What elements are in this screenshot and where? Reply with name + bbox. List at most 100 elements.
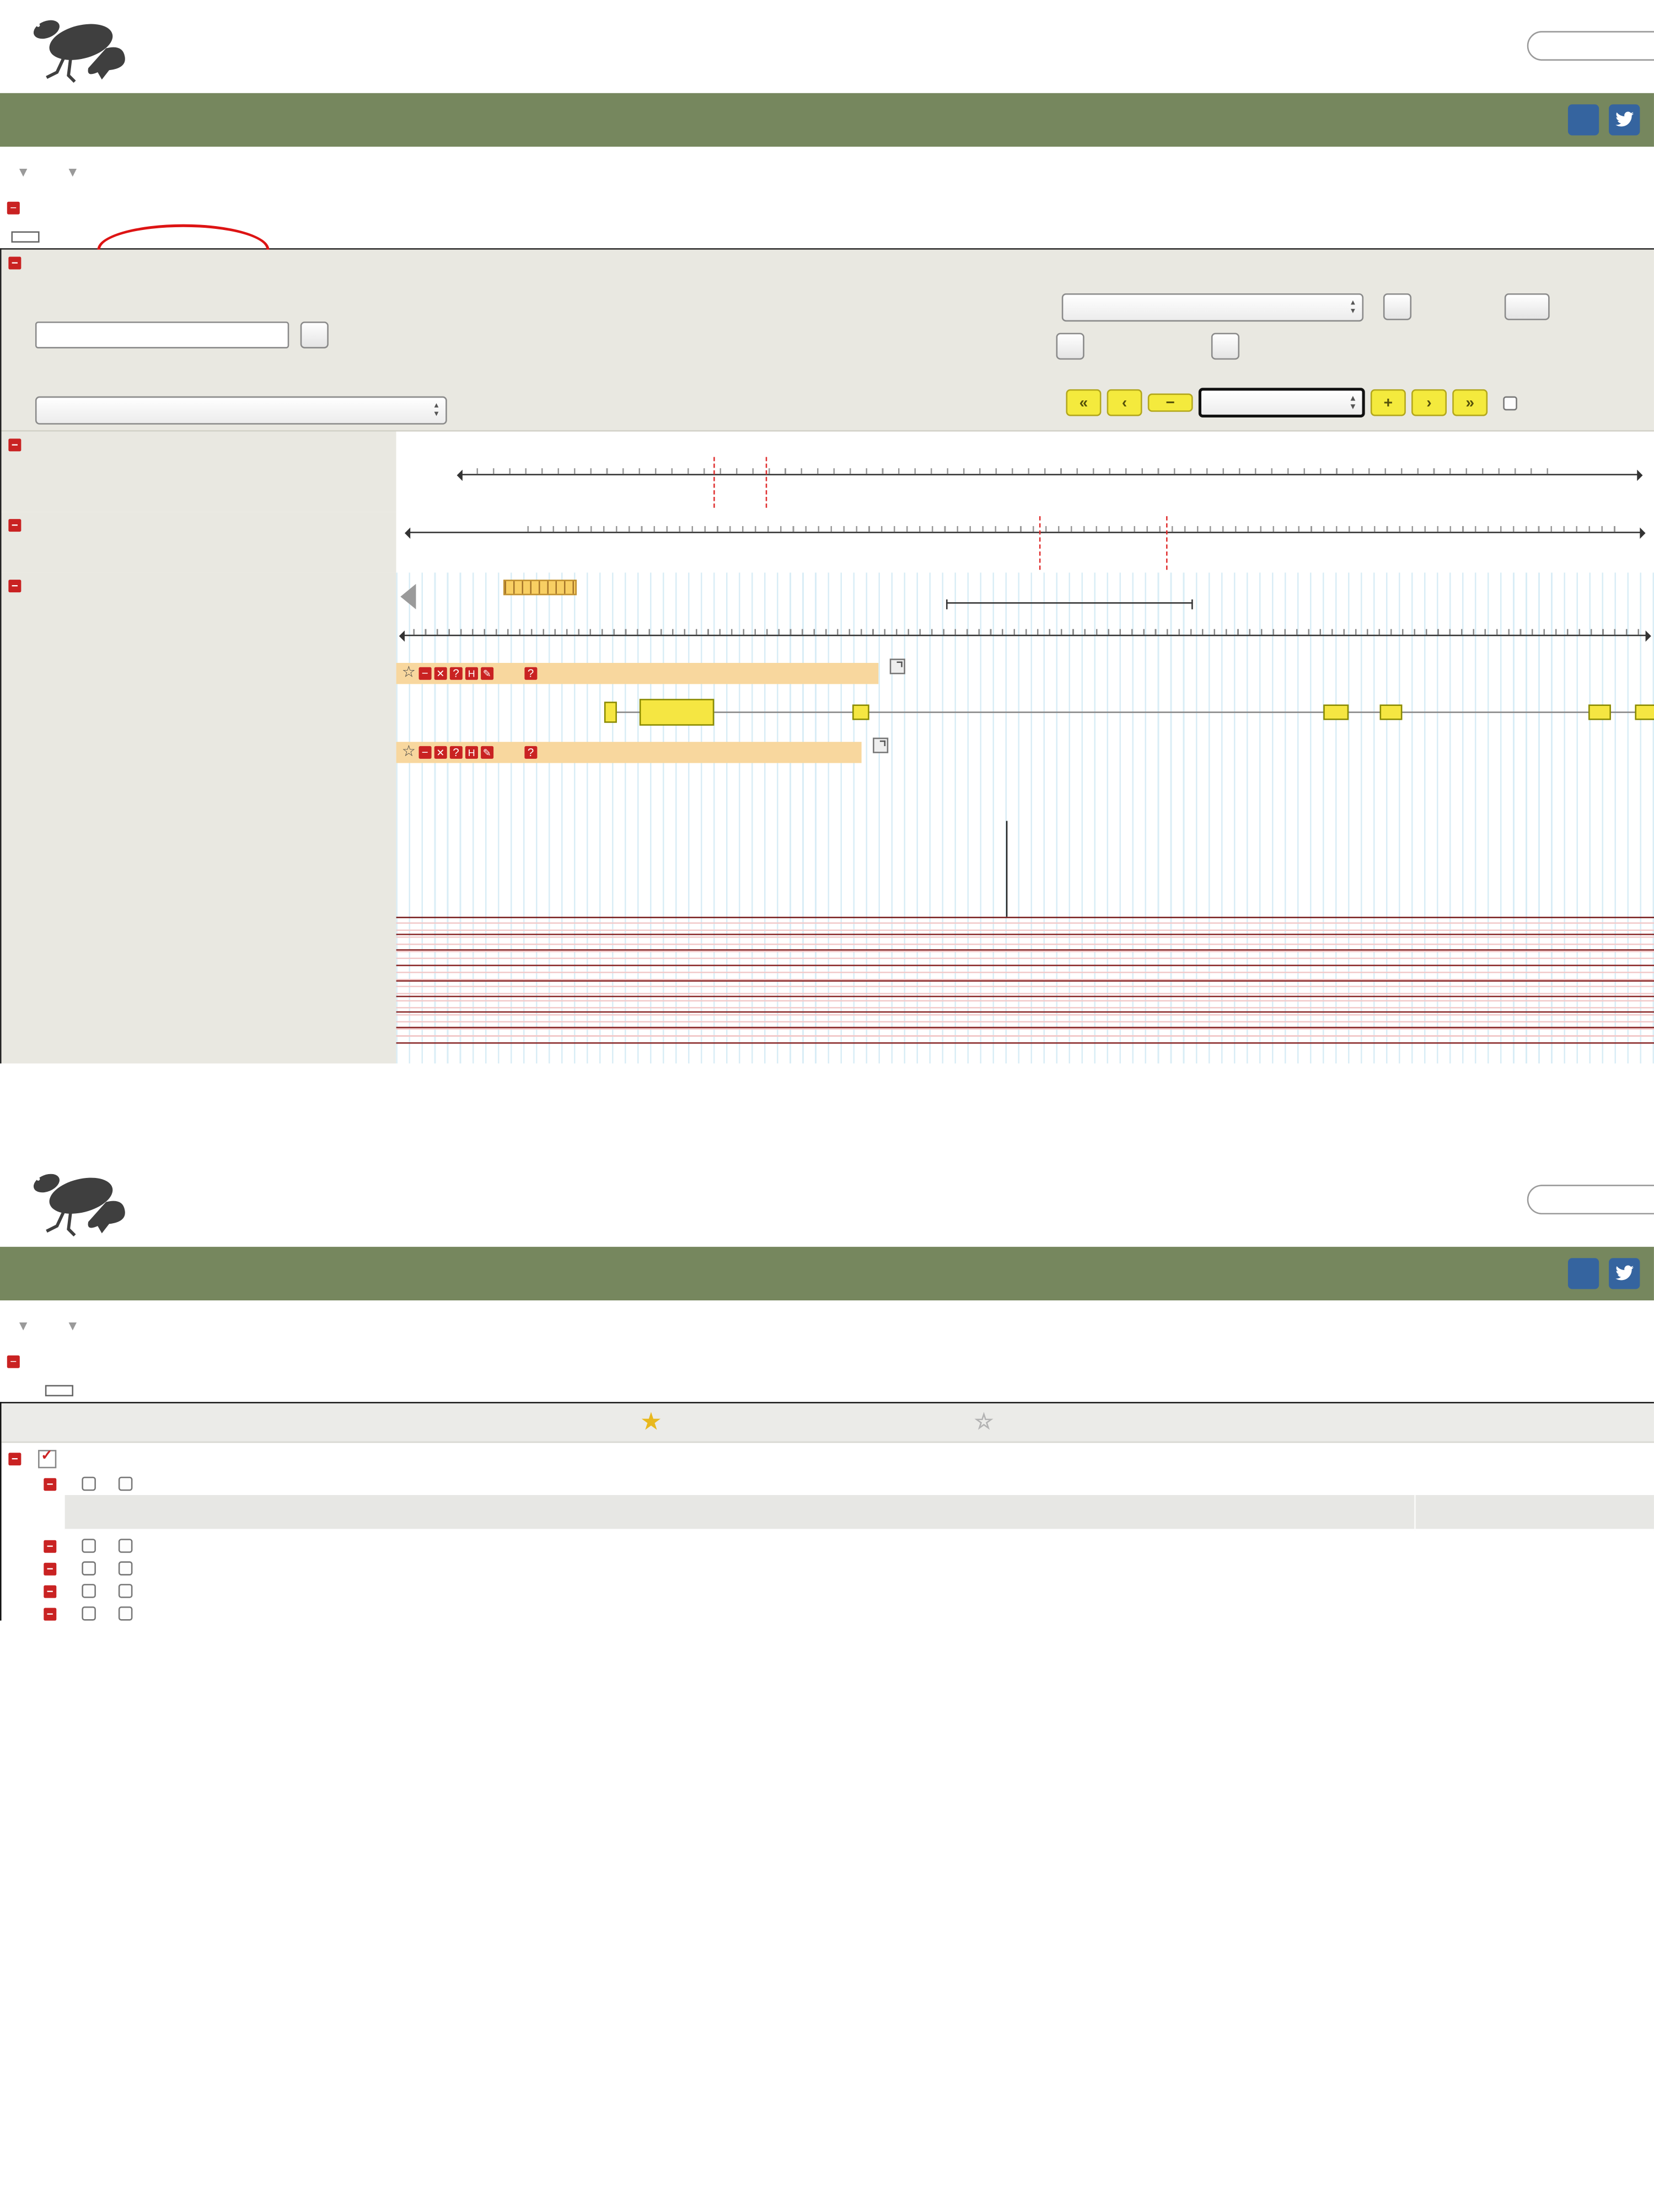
track-help-icon[interactable] — [524, 667, 537, 680]
tab-community-tracks[interactable] — [116, 1386, 141, 1395]
track-share-icon[interactable] — [465, 746, 478, 759]
file-menu[interactable] — [20, 1319, 27, 1334]
page-canvas — [0, 0, 1654, 2211]
all-on-checkbox[interactable] — [82, 1477, 96, 1491]
clear-favorites-link[interactable] — [967, 1412, 993, 1433]
table-row — [65, 1495, 1654, 1530]
popout-track-icon[interactable] — [890, 658, 905, 674]
twitter-icon[interactable] — [1609, 104, 1640, 135]
help-menu[interactable] — [69, 1319, 76, 1334]
facebook-icon[interactable] — [1568, 104, 1599, 135]
track-config-icon[interactable] — [450, 746, 463, 759]
gene-model[interactable] — [594, 697, 1654, 727]
collapse-track-icon[interactable] — [418, 667, 431, 680]
genes-search-box[interactable] — [1527, 31, 1654, 61]
landmark-input[interactable] — [35, 322, 289, 349]
selection-mini-ruler — [503, 580, 577, 595]
flip-checkbox[interactable] — [1503, 395, 1517, 410]
details-canvas[interactable] — [396, 572, 1654, 1063]
collapse-section-icon[interactable] — [44, 1584, 56, 1597]
all-off-checkbox[interactable] — [119, 1539, 133, 1553]
tab-community-tracks[interactable] — [116, 233, 141, 241]
zoom-out-button[interactable] — [1148, 394, 1193, 412]
load-snapshot-button[interactable] — [1211, 333, 1239, 360]
pan-left-arrow[interactable] — [400, 584, 416, 609]
tab-snapshots[interactable] — [82, 233, 107, 241]
xenbase-logo[interactable] — [23, 1159, 138, 1238]
overview-ruler-line — [460, 474, 1640, 475]
track-help-icon[interactable] — [524, 746, 537, 759]
track-favorite-icon[interactable] — [402, 666, 416, 681]
xenbase-logo[interactable] — [23, 6, 138, 84]
tab-select-tracks[interactable] — [45, 1385, 73, 1396]
scroll-right-button[interactable] — [1411, 389, 1447, 416]
file-menu[interactable] — [20, 165, 27, 180]
close-track-icon[interactable] — [434, 667, 447, 680]
collapse-section-icon[interactable] — [44, 1562, 56, 1574]
collapse-search-icon[interactable] — [8, 256, 21, 269]
all-on-checkbox[interactable] — [82, 1539, 96, 1553]
site-header — [0, 1154, 1654, 1247]
zoom-in-button[interactable] — [1371, 389, 1406, 416]
tab-preferences[interactable] — [183, 233, 208, 241]
tracks-check-icon[interactable] — [38, 1450, 56, 1468]
track-favorite-icon[interactable] — [402, 745, 416, 760]
selection-marker-line — [766, 457, 767, 508]
social-icons — [1568, 93, 1654, 147]
region-canvas[interactable] — [396, 512, 1654, 572]
tab-custom-tracks[interactable] — [149, 233, 175, 241]
tab-select-tracks[interactable] — [48, 233, 73, 241]
collapse-details-icon[interactable] — [8, 580, 21, 592]
panel-a — [0, 0, 1654, 1154]
all-off-checkbox[interactable] — [119, 1606, 133, 1621]
all-off-checkbox[interactable] — [119, 1477, 133, 1491]
collapse-section-icon[interactable] — [44, 1477, 56, 1490]
scroll-far-right-button[interactable] — [1452, 389, 1487, 416]
twitter-icon[interactable] — [1609, 1258, 1640, 1289]
collapse-track-icon[interactable] — [418, 746, 431, 759]
collapse-section-icon[interactable] — [44, 1607, 56, 1620]
collapse-tracks-icon[interactable] — [8, 1453, 21, 1465]
configure-button[interactable] — [1383, 293, 1411, 320]
tab-snapshots[interactable] — [82, 1386, 107, 1395]
chipseq-signal-plot — [396, 815, 1654, 918]
scroll-left-button[interactable] — [1107, 389, 1142, 416]
overview-canvas[interactable] — [396, 432, 1654, 512]
fasta-select[interactable] — [1062, 293, 1363, 322]
collapse-region-icon[interactable] — [8, 519, 21, 532]
facebook-icon[interactable] — [1568, 1258, 1599, 1289]
all-on-checkbox[interactable] — [82, 1584, 96, 1598]
menubar — [0, 147, 1654, 195]
tab-custom-tracks[interactable] — [149, 1386, 175, 1395]
overview-minor-ticks — [476, 468, 1548, 474]
tab-preferences[interactable] — [183, 1386, 208, 1395]
close-track-icon[interactable] — [434, 746, 447, 759]
collapse-page-icon[interactable] — [7, 1356, 20, 1368]
collapse-section-icon[interactable] — [44, 1540, 56, 1552]
go-button[interactable] — [1505, 293, 1550, 320]
scroll-far-left-button[interactable] — [1066, 389, 1101, 416]
collapse-page-icon[interactable] — [7, 202, 20, 215]
show-favorites-link[interactable] — [635, 1412, 660, 1433]
help-menu[interactable] — [69, 165, 76, 180]
zoom-window-select[interactable] — [1199, 388, 1365, 417]
details-ruler-line — [402, 635, 1648, 636]
tabs — [0, 231, 1654, 248]
data-source-select[interactable] — [35, 397, 447, 425]
search-button[interactable] — [300, 322, 329, 349]
track-edit-icon[interactable] — [481, 746, 493, 759]
track-config-icon[interactable] — [450, 667, 463, 680]
all-off-checkbox[interactable] — [119, 1584, 133, 1598]
all-on-checkbox[interactable] — [82, 1561, 96, 1576]
track-edit-icon[interactable] — [481, 667, 493, 680]
popout-track-icon[interactable] — [873, 738, 888, 753]
save-snapshot-button[interactable] — [1056, 333, 1084, 360]
all-on-checkbox[interactable] — [82, 1606, 96, 1621]
track-share-icon[interactable] — [465, 667, 478, 680]
tab-browser[interactable] — [11, 231, 39, 242]
all-off-checkbox[interactable] — [119, 1561, 133, 1576]
tab-browser[interactable] — [11, 1386, 36, 1395]
collapse-overview-icon[interactable] — [8, 438, 21, 451]
menubar — [0, 1300, 1654, 1348]
genes-search-box[interactable] — [1527, 1185, 1654, 1214]
